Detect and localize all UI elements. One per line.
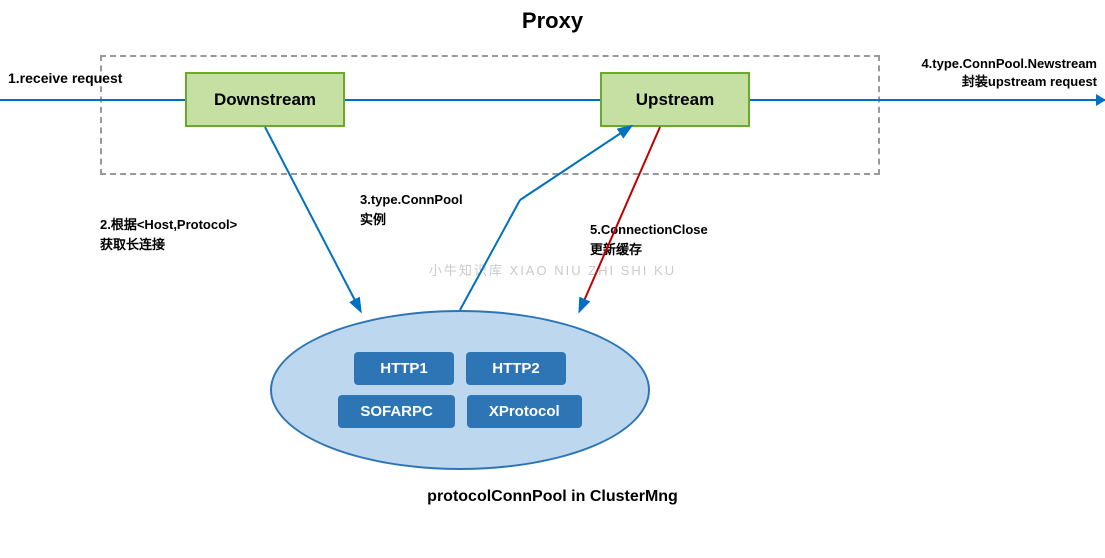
downstream-box: Downstream bbox=[185, 72, 345, 127]
step4-line1: 4.type.ConnPool.Newstream bbox=[921, 55, 1097, 73]
pool-row-2: SOFARPC XProtocol bbox=[338, 395, 581, 428]
watermark: 小牛知识库 XIAO NIU ZHI SHI KU bbox=[429, 260, 676, 279]
step1-label: 1.receive request bbox=[8, 70, 122, 86]
step2-label: 2.根据<Host,Protocol> 获取长连接 bbox=[100, 215, 237, 254]
pool-item-sofarpc: SOFARPC bbox=[338, 395, 455, 428]
step2-line1: 2.根据<Host,Protocol> bbox=[100, 215, 237, 235]
diagram-container: Proxy Downstream Upstream 1.receive requ… bbox=[0, 0, 1105, 558]
pool-item-http2: HTTP2 bbox=[466, 352, 566, 385]
step2-line2: 获取长连接 bbox=[100, 235, 237, 255]
step3-label: 3.type.ConnPool 实例 bbox=[360, 190, 463, 229]
upstream-box: Upstream bbox=[600, 72, 750, 127]
proxy-label: Proxy bbox=[522, 8, 583, 34]
pool-ellipse: HTTP1 HTTP2 SOFARPC XProtocol bbox=[270, 310, 650, 470]
step3-line2: 实例 bbox=[360, 210, 463, 230]
downstream-label: Downstream bbox=[214, 90, 316, 110]
step5-label: 5.ConnectionClose 更新缓存 bbox=[590, 220, 708, 259]
step5-line1: 5.ConnectionClose bbox=[590, 220, 708, 240]
pool-bottom-label: protocolConnPool in ClusterMng bbox=[427, 488, 678, 506]
pool-item-http1: HTTP1 bbox=[354, 352, 454, 385]
step5-line2: 更新缓存 bbox=[590, 240, 708, 260]
step4-line2: 封装upstream request bbox=[921, 73, 1097, 91]
pool-row-1: HTTP1 HTTP2 bbox=[354, 352, 566, 385]
horizontal-arrow bbox=[0, 99, 1105, 101]
step3-line1: 3.type.ConnPool bbox=[360, 190, 463, 210]
step4-label: 4.type.ConnPool.Newstream 封装upstream req… bbox=[921, 55, 1097, 91]
pool-item-xprotocol: XProtocol bbox=[467, 395, 582, 428]
upstream-label: Upstream bbox=[636, 90, 714, 110]
